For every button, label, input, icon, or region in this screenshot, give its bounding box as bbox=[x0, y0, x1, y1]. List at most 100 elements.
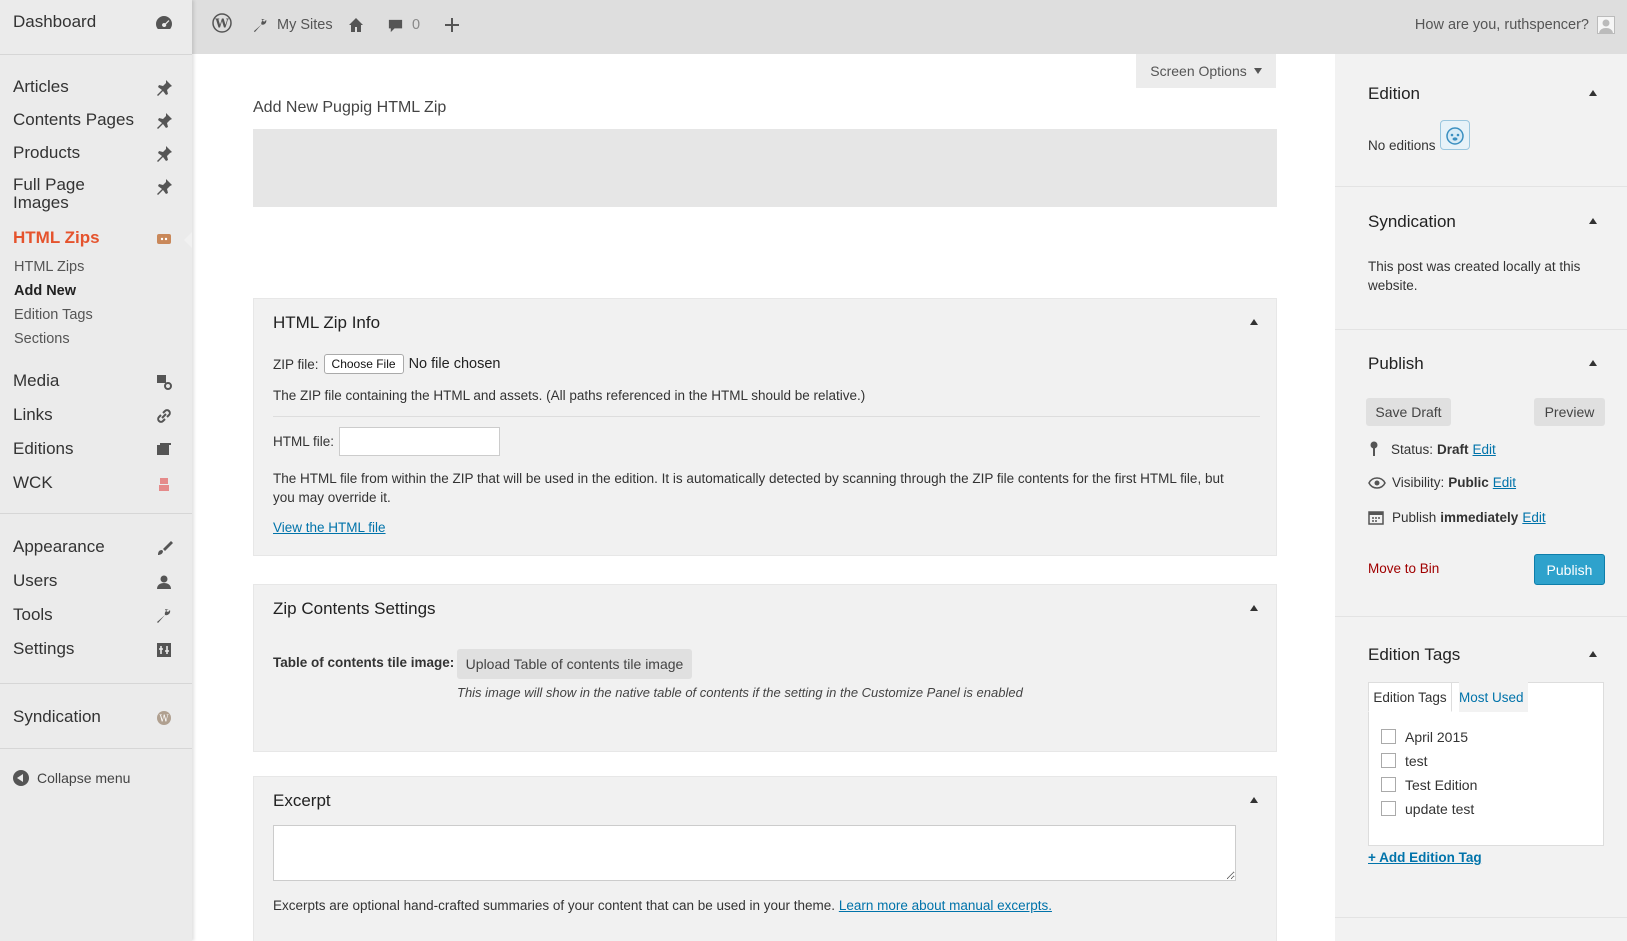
menu-item-editions[interactable]: Editions bbox=[0, 435, 192, 465]
syndication-text: This post was created locally at this we… bbox=[1368, 259, 1581, 293]
save-draft-button[interactable]: Save Draft bbox=[1366, 398, 1451, 426]
paintbrush-icon bbox=[154, 538, 174, 558]
current-menu-pointer bbox=[184, 232, 192, 248]
box-separator bbox=[1335, 329, 1627, 330]
submenu-edition-tags[interactable]: Edition Tags bbox=[14, 307, 93, 323]
submenu-add-new[interactable]: Add New bbox=[14, 283, 76, 299]
tag-checkbox[interactable] bbox=[1381, 777, 1396, 792]
tab-most-used[interactable]: Most Used bbox=[1459, 682, 1528, 712]
caret-down-icon bbox=[1253, 68, 1262, 74]
menu-item-products[interactable]: Products bbox=[0, 139, 192, 169]
tag-checkbox[interactable] bbox=[1381, 801, 1396, 816]
tab-edition-tags[interactable]: Edition Tags bbox=[1368, 682, 1452, 712]
no-editions-text: No editions bbox=[1368, 138, 1436, 153]
menu-item-users[interactable]: Users bbox=[0, 567, 192, 597]
pin-icon bbox=[1368, 441, 1382, 457]
menu-item-tools[interactable]: Tools bbox=[0, 601, 192, 631]
menu-separator bbox=[0, 513, 192, 514]
zip-file-row: ZIP file: Choose File No file chosen bbox=[273, 354, 500, 374]
menu-item-html-zips[interactable]: HTML Zips bbox=[0, 224, 192, 254]
new-content-button[interactable] bbox=[444, 0, 460, 50]
menu-item-settings[interactable]: Settings bbox=[0, 635, 192, 665]
preview-button[interactable]: Preview bbox=[1534, 398, 1605, 426]
toc-tile-label: Table of contents tile image: bbox=[273, 655, 455, 670]
menu-item-full-page-images[interactable]: Full Page Images bbox=[0, 172, 192, 218]
my-sites-menu[interactable]: My Sites bbox=[252, 0, 333, 50]
pin-icon bbox=[154, 111, 174, 131]
pin-icon bbox=[154, 144, 174, 164]
upload-toc-image-button[interactable]: Upload Table of contents tile image bbox=[457, 649, 692, 679]
visibility-value: Public bbox=[1448, 475, 1489, 490]
collapse-toggle-icon[interactable] bbox=[1589, 360, 1597, 366]
visit-site-button[interactable] bbox=[347, 0, 365, 50]
submenu-html-zips[interactable]: HTML Zips bbox=[14, 259, 84, 275]
comment-icon bbox=[387, 17, 404, 34]
edition-box-title: Edition bbox=[1368, 84, 1420, 103]
edit-visibility-link[interactable]: Edit bbox=[1493, 475, 1516, 490]
menu-item-dashboard[interactable]: Dashboard bbox=[0, 8, 192, 38]
screen-options-button[interactable]: Screen Options bbox=[1136, 54, 1276, 88]
collapse-toggle-icon[interactable] bbox=[1250, 605, 1258, 611]
edit-publish-date-link[interactable]: Edit bbox=[1522, 510, 1545, 525]
tag-label: Test Edition bbox=[1405, 777, 1478, 793]
menu-item-wck[interactable]: WCK bbox=[0, 469, 192, 499]
box-separator bbox=[1335, 186, 1627, 187]
menu-item-appearance[interactable]: Appearance bbox=[0, 533, 192, 563]
html-file-row: HTML file: bbox=[273, 427, 501, 456]
menu-label: Settings bbox=[13, 639, 75, 658]
learn-more-excerpts-link[interactable]: Learn more about manual excerpts. bbox=[839, 898, 1052, 913]
tag-label: test bbox=[1405, 753, 1428, 769]
menu-separator bbox=[0, 748, 192, 749]
wordpress-logo-button[interactable]: W bbox=[212, 0, 232, 50]
editions-icon bbox=[154, 440, 174, 460]
excerpt-description: Excerpts are optional hand-crafted summa… bbox=[273, 898, 1052, 913]
comments-button[interactable]: 0 bbox=[387, 0, 420, 50]
wrench-icon bbox=[252, 17, 269, 34]
tag-checkbox[interactable] bbox=[1381, 729, 1396, 744]
menu-label: Products bbox=[13, 143, 81, 162]
html-file-input[interactable] bbox=[339, 427, 501, 456]
menu-item-syndication[interactable]: Syndication W bbox=[0, 703, 192, 733]
menu-item-links[interactable]: Links bbox=[0, 401, 192, 431]
choose-file-button[interactable]: Choose File bbox=[323, 354, 404, 374]
add-edition-tag-link[interactable]: + Add Edition Tag bbox=[1368, 850, 1482, 865]
sidebar-metaboxes: Edition No editions Syndication This pos… bbox=[1335, 54, 1627, 941]
dashboard-icon bbox=[154, 13, 174, 33]
collapse-toggle-icon[interactable] bbox=[1589, 218, 1597, 224]
collapse-toggle-icon[interactable] bbox=[1250, 319, 1258, 325]
pugpig-icon bbox=[1440, 120, 1470, 150]
status-row: Status: Draft Edit bbox=[1368, 441, 1496, 457]
menu-label: Appearance bbox=[13, 537, 105, 556]
collapse-toggle-icon[interactable] bbox=[1250, 797, 1258, 803]
greeting-label: How are you, ruthspencer? bbox=[1414, 17, 1589, 33]
publish-value: immediately bbox=[1440, 509, 1519, 525]
tag-label: update test bbox=[1405, 801, 1475, 817]
collapse-toggle-icon[interactable] bbox=[1589, 651, 1597, 657]
wrench-icon bbox=[154, 606, 174, 626]
move-to-bin-link[interactable]: Move to Bin bbox=[1368, 561, 1439, 576]
account-menu[interactable]: How are you, ruthspencer? bbox=[1415, 0, 1615, 50]
menu-item-contents-pages[interactable]: Contents Pages bbox=[0, 106, 192, 136]
box-separator bbox=[1335, 917, 1627, 918]
collapse-toggle-icon[interactable] bbox=[1589, 90, 1597, 96]
tag-checkbox[interactable] bbox=[1381, 753, 1396, 768]
collapse-icon bbox=[13, 770, 29, 786]
edit-status-link[interactable]: Edit bbox=[1473, 442, 1496, 457]
menu-separator bbox=[0, 683, 192, 684]
collapse-menu-label: Collapse menu bbox=[37, 770, 131, 786]
home-icon bbox=[347, 16, 365, 34]
publish-button[interactable]: Publish bbox=[1534, 554, 1605, 585]
menu-item-media[interactable]: Media bbox=[0, 367, 192, 397]
no-file-chosen-text: No file chosen bbox=[408, 356, 501, 372]
collapse-menu-button[interactable]: Collapse menu bbox=[13, 768, 130, 788]
admin-sidebar: Dashboard Articles Contents Pages Produc… bbox=[0, 0, 192, 941]
submenu-sections[interactable]: Sections bbox=[14, 331, 70, 347]
calendar-icon bbox=[1368, 509, 1386, 525]
screen-options-label: Screen Options bbox=[1150, 63, 1247, 79]
excerpt-description-text: Excerpts are optional hand-crafted summa… bbox=[273, 898, 836, 913]
view-html-file-link[interactable]: View the HTML file bbox=[273, 520, 386, 535]
menu-item-articles[interactable]: Articles bbox=[0, 73, 192, 103]
svg-text:W: W bbox=[159, 715, 169, 725]
comments-count: 0 bbox=[412, 17, 421, 33]
excerpt-textarea[interactable] bbox=[273, 825, 1236, 881]
